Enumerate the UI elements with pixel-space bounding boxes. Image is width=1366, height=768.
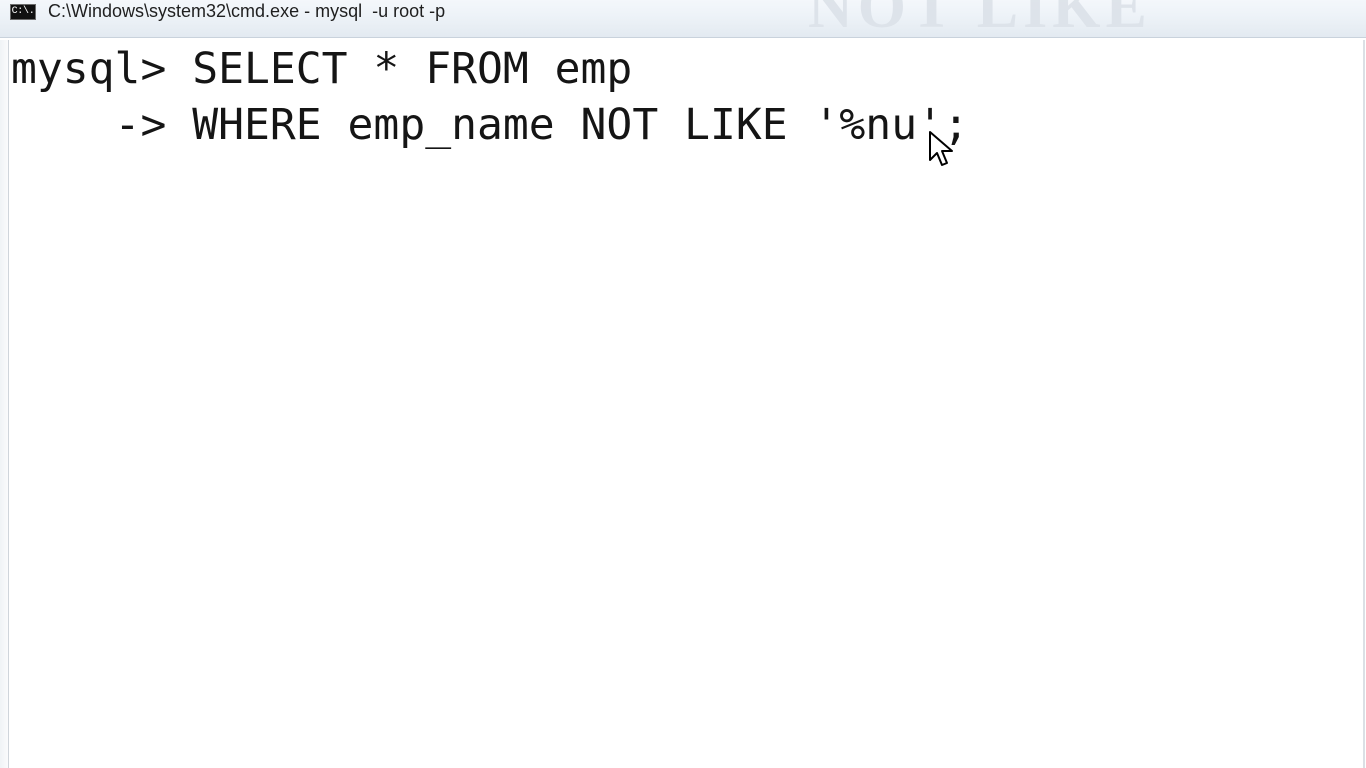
cmd-icon[interactable]: C:\. [10, 4, 36, 20]
terminal-line-1: mysql> SELECT * FROM emp [11, 44, 633, 94]
window-left-border [0, 40, 8, 768]
mouse-pointer-icon [929, 131, 953, 166]
background-banner-text: NOT LIKE [808, 0, 1152, 38]
window-title: C:\Windows\system32\cmd.exe - mysql -u r… [48, 1, 446, 21]
terminal-line-2: -> WHERE emp_name NOT LIKE '%nu'; [11, 100, 969, 150]
cmd-window: NOT LIKE C:\. C:\Windows\system32\cmd.ex… [0, 0, 1366, 768]
terminal-output[interactable]: mysql> SELECT * FROM emp -> WHERE emp_na… [8, 40, 1365, 768]
window-titlebar[interactable]: NOT LIKE C:\. C:\Windows\system32\cmd.ex… [0, 0, 1366, 38]
